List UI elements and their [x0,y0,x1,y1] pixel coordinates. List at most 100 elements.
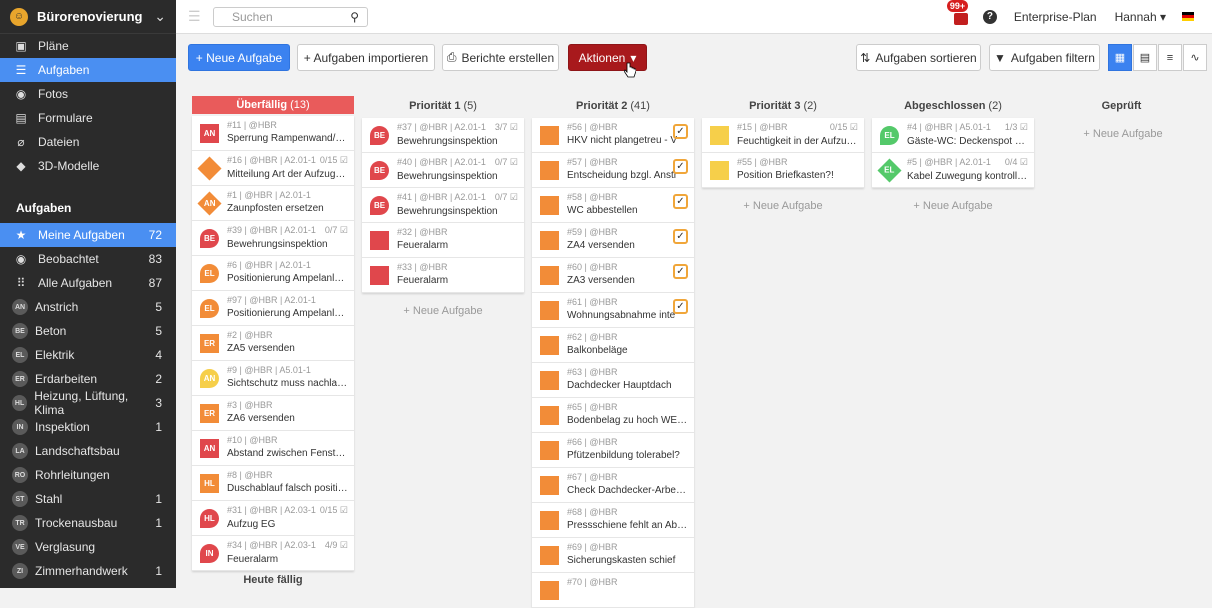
filter-tasks-button[interactable]: ▼ Aufgaben filtern [989,44,1100,71]
task-card[interactable]: #57 | @HBR Entscheidung bzgl. Anstr ✓ [532,153,694,188]
task-title: Positionierung Ampelanlag... [227,273,348,284]
task-card[interactable]: AN #10 | @HBR Abstand zwischen Fenster ... [192,431,354,466]
task-card[interactable]: BE #39 | @HBR | A2.01-1 0/7 ☑ Bewehrungsins… [192,221,354,256]
nav-item-aufgaben[interactable]: ☰ Aufgaben [0,58,176,82]
trade-item[interactable]: RO Rohrleitungen [0,463,176,487]
task-card[interactable]: HL #31 | @HBR | A2.03-1 0/15 ☑ Aufzug EG [192,501,354,536]
trade-item[interactable]: IN Inspektion 1 [0,415,176,439]
task-card[interactable]: #67 | @HBR Check Dachdecker-Arbeiten [532,468,694,503]
task-checkbox[interactable]: ✓ [673,264,688,279]
user-menu[interactable]: Hannah ▾ [1115,10,1166,24]
nav-item-dateien[interactable]: ⌀ Dateien [0,130,176,154]
task-card[interactable]: BE #37 | @HBR | A2.01-1 3/7 ☑ Bewehrungsins… [362,118,524,153]
task-checkbox[interactable]: ✓ [673,229,688,244]
task-card[interactable]: ER #2 | @HBR ZA5 versenden [192,326,354,361]
task-card[interactable]: #62 | @HBR Balkonbeläge [532,328,694,363]
filter-item[interactable]: ◉ Beobachtet 83 [0,247,176,271]
trade-item[interactable]: TR Trockenausbau 1 [0,511,176,535]
sort-icon: ⇅ [860,50,871,65]
task-card[interactable]: #69 | @HBR Sicherungskasten schief [532,538,694,573]
project-selector[interactable]: ☺ Bürorenovierung ⌄ [0,0,176,34]
task-title: Kabel Zuwegung kontrollie... [907,171,1028,182]
import-tasks-button[interactable]: + Aufgaben importieren [297,44,435,71]
trade-count: 1 [155,420,162,434]
trade-item[interactable]: AN Anstrich 5 [0,295,176,319]
trade-item[interactable]: ZI Zimmerhandwerk 1 [0,559,176,583]
trade-item[interactable]: HL Heizung, Lüftung, Klima 3 [0,389,176,417]
topbar: ☰ Suchen ⚲ 99+ ? Enterprise-Plan Hannah … [176,0,1212,34]
search-icon[interactable]: ⚲ [350,10,359,24]
task-card[interactable]: #16 | @HBR | A2.01-1 0/15 ☑ Mitteilung Art… [192,151,354,186]
nav-item-3d-modelle[interactable]: ◆ 3D-Modelle [0,154,176,178]
plan-link[interactable]: Enterprise-Plan [1014,10,1097,24]
task-checkbox[interactable]: ✓ [673,299,688,314]
task-id: #68 | @HBR [567,507,618,517]
task-card[interactable]: #60 | @HBR ZA3 versenden ✓ [532,258,694,293]
task-meta: #70 | @HBR [567,577,688,587]
trade-item[interactable]: EL Elektrik 4 [0,343,176,367]
task-card[interactable]: #68 | @HBR Pressschiene fehlt an Abdi... [532,503,694,538]
task-card[interactable]: HL #8 | @HBR Duschablauf falsch positio... [192,466,354,501]
task-marker-sq [540,476,559,495]
menu-icon[interactable]: ☰ [188,8,202,25]
sort-tasks-button[interactable]: ⇅ Aufgaben sortieren [856,44,981,71]
chart-view-icon[interactable]: ∿ [1183,44,1207,71]
task-card[interactable]: AN #9 | @HBR | A5.01-1 Sichtschutz muss na… [192,361,354,396]
trade-item[interactable]: LA Landschaftsbau [0,439,176,463]
new-task-link[interactable]: + Neue Aufgabe [362,305,524,317]
task-card[interactable]: EL #97 | @HBR | A2.01-1 Positionierung Amp… [192,291,354,326]
task-card[interactable]: #63 | @HBR Dachdecker Hauptdach [532,363,694,398]
notifications-icon[interactable]: 99+ [946,0,969,25]
gantt-view-icon[interactable]: ≡ [1158,44,1182,71]
trade-item[interactable]: VE Verglasung [0,535,176,559]
task-card[interactable]: #58 | @HBR WC abbestellen ✓ [532,188,694,223]
new-task-link[interactable]: + Neue Aufgabe [872,200,1034,212]
task-card[interactable]: #70 | @HBR [532,573,694,608]
task-checkbox[interactable]: ✓ [673,159,688,174]
board-view-icon[interactable]: ▦ [1108,44,1132,71]
task-card[interactable]: IN #34 | @HBR | A2.03-1 4/9 ☑ Feueralarm [192,536,354,571]
task-card[interactable]: BE #40 | @HBR | A2.01-1 0/7 ☑ Bewehrungsins… [362,153,524,188]
task-card[interactable]: ER #3 | @HBR ZA6 versenden [192,396,354,431]
calendar-view-icon[interactable]: ▤ [1133,44,1157,71]
create-reports-button[interactable]: ⎙ Berichte erstellen [442,44,559,71]
nav-item-formulare[interactable]: ▤ Formulare [0,106,176,130]
card-list: #56 | @HBR HKV nicht plangetreu - V ✓ #57 |… [532,118,694,608]
nav-item-fotos[interactable]: ◉ Fotos [0,82,176,106]
new-task-button[interactable]: + Neue Aufgabe [188,44,290,71]
filter-item[interactable]: ⠿ Alle Aufgaben 87 [0,271,176,295]
trade-item[interactable]: ST Stahl 1 [0,487,176,511]
task-checkbox[interactable]: ✓ [673,124,688,139]
task-card[interactable]: #66 | @HBR Pfützenbildung tolerabel? [532,433,694,468]
trade-item[interactable]: ER Erdarbeiten 2 [0,367,176,391]
task-card[interactable]: #61 | @HBR Wohnungsabnahme inte ✓ [532,293,694,328]
task-marker-sq [540,196,559,215]
trade-count: 1 [155,564,162,578]
task-card[interactable]: #56 | @HBR HKV nicht plangetreu - V ✓ [532,118,694,153]
new-task-link[interactable]: + Neue Aufgabe [702,200,864,212]
task-marker-sq [540,581,559,600]
task-card[interactable]: AN #11 | @HBR Sperrung Rampenwand/T-... [192,116,354,151]
trade-item[interactable]: BE Beton 5 [0,319,176,343]
task-card[interactable]: EL #6 | @HBR | A2.01-1 Positionierung Ampe… [192,256,354,291]
task-card[interactable]: #55 | @HBR Position Briefkasten?! [702,153,864,188]
task-id: #62 | @HBR [567,332,618,342]
task-card[interactable]: #15 | @HBR 0/15 ☑ Feuchtigkeit in der Aufz… [702,118,864,153]
filter-item[interactable]: ★ Meine Aufgaben 72 [0,223,176,247]
task-card[interactable]: EL #4 | @HBR | A5.01-1 1/3 ☑ Gäste-WC: Deck… [872,118,1034,153]
help-icon[interactable]: ? [982,9,997,24]
task-card[interactable]: AN #1 | @HBR | A2.01-1 Zaunpfosten ersetze… [192,186,354,221]
task-card[interactable]: BE #41 | @HBR | A2.01-1 0/7 ☑ Bewehrungsins… [362,188,524,223]
task-card[interactable]: #65 | @HBR Bodenbelag zu hoch WE5+6 [532,398,694,433]
task-card[interactable]: #32 | @HBR Feueralarm [362,223,524,258]
search-input[interactable]: Suchen ⚲ [213,6,368,27]
task-card[interactable]: #59 | @HBR ZA4 versenden ✓ [532,223,694,258]
language-flag-icon[interactable] [1182,12,1194,21]
new-task-link[interactable]: + Neue Aufgabe [1042,128,1204,140]
task-card[interactable]: #33 | @HBR Feueralarm [362,258,524,293]
chevron-down-icon[interactable]: ⌄ [154,8,166,25]
nav-item-pläne[interactable]: ▣ Pläne [0,34,176,58]
filter-tasks-label: Aufgaben filtern [1010,50,1095,65]
task-card[interactable]: EL #5 | @HBR | A2.01-1 0/4 ☑ Kabel Zuwegung… [872,153,1034,188]
task-checkbox[interactable]: ✓ [673,194,688,209]
